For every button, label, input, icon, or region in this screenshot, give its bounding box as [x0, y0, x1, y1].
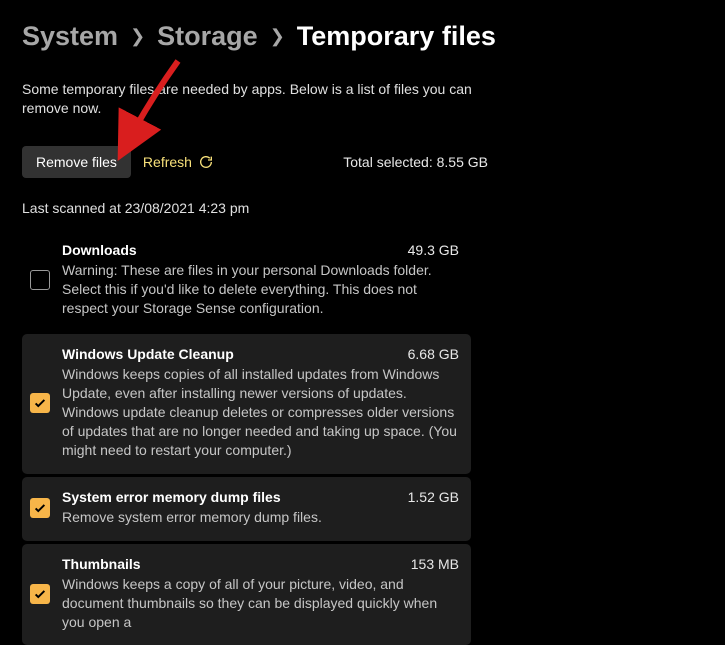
checkbox[interactable]	[30, 393, 50, 413]
breadcrumb: System ❯ Storage ❯ Temporary files	[22, 21, 703, 52]
remove-files-button[interactable]: Remove files	[22, 146, 131, 178]
item-size: 1.52 GB	[408, 489, 459, 505]
list-item[interactable]: Windows Update Cleanup 6.68 GB Windows kee…	[22, 334, 471, 473]
item-size: 49.3 GB	[408, 242, 459, 258]
item-description: Windows keeps a copy of all of your pict…	[62, 575, 459, 632]
checkbox[interactable]	[30, 498, 50, 518]
item-description: Warning: These are files in your persona…	[62, 261, 459, 318]
item-description: Windows keeps copies of all installed up…	[62, 365, 459, 459]
item-body: System error memory dump files 1.52 GB Rem…	[62, 489, 459, 527]
item-title: System error memory dump files	[62, 489, 281, 505]
page-title: Temporary files	[297, 21, 496, 52]
refresh-button[interactable]: Refresh	[143, 154, 214, 170]
list-item[interactable]: Thumbnails 153 MB Windows keeps a copy of …	[22, 544, 471, 645]
item-size: 6.68 GB	[408, 346, 459, 362]
item-title: Thumbnails	[62, 556, 141, 572]
refresh-label: Refresh	[143, 154, 192, 170]
page-description: Some temporary files are needed by apps.…	[22, 80, 492, 118]
file-list: Downloads 49.3 GB Warning: These are files…	[22, 230, 703, 645]
last-scanned: Last scanned at 23/08/2021 4:23 pm	[22, 200, 703, 216]
item-size: 153 MB	[411, 556, 459, 572]
actions-row: Remove files Refresh Total selected: 8.5…	[22, 146, 703, 178]
item-description: Remove system error memory dump files.	[62, 508, 459, 527]
breadcrumb-storage[interactable]: Storage	[157, 21, 258, 52]
item-body: Windows Update Cleanup 6.68 GB Windows kee…	[62, 346, 459, 459]
chevron-right-icon: ❯	[130, 26, 145, 47]
item-title: Downloads	[62, 242, 137, 258]
list-item[interactable]: Downloads 49.3 GB Warning: These are files…	[22, 230, 471, 332]
item-body: Thumbnails 153 MB Windows keeps a copy of …	[62, 556, 459, 632]
item-body: Downloads 49.3 GB Warning: These are files…	[62, 242, 459, 318]
refresh-icon	[198, 154, 214, 170]
chevron-right-icon: ❯	[270, 26, 285, 47]
total-selected: Total selected: 8.55 GB	[343, 154, 488, 170]
checkbox[interactable]	[30, 270, 50, 290]
breadcrumb-system[interactable]: System	[22, 21, 118, 52]
item-title: Windows Update Cleanup	[62, 346, 234, 362]
checkbox[interactable]	[30, 584, 50, 604]
list-item[interactable]: System error memory dump files 1.52 GB Rem…	[22, 477, 471, 541]
